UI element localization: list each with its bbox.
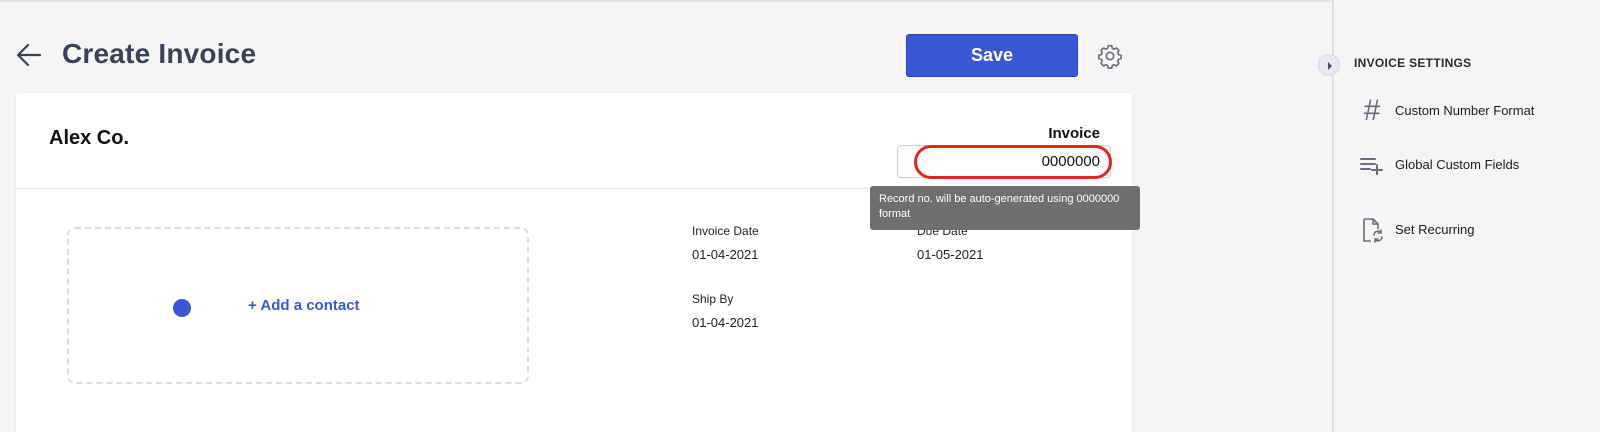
invoice-number-label: Invoice bbox=[1048, 125, 1100, 142]
chevron-right-icon bbox=[1328, 62, 1332, 70]
invoice-date-value[interactable]: 01-04-2021 bbox=[692, 247, 759, 262]
company-name: Alex Co. bbox=[49, 127, 130, 149]
side-item-custom-number-format[interactable]: # Custom Number Format bbox=[1358, 95, 1578, 127]
side-item-label: Set Recurring bbox=[1395, 222, 1475, 237]
invoice-card: Alex Co. Invoice + Add a contact Invoice… bbox=[16, 93, 1132, 432]
side-item-label: Global Custom Fields bbox=[1395, 157, 1520, 172]
due-date-value[interactable]: 01-05-2021 bbox=[917, 247, 984, 262]
side-item-global-custom-fields[interactable]: Global Custom Fields bbox=[1358, 149, 1578, 181]
invoice-number-input[interactable] bbox=[897, 145, 1111, 178]
save-button[interactable]: Save bbox=[906, 34, 1078, 77]
add-contact-link[interactable]: + Add a contact bbox=[248, 297, 360, 314]
side-item-set-recurring[interactable]: Set Recurring bbox=[1358, 214, 1578, 246]
add-contact-area[interactable]: + Add a contact bbox=[67, 227, 529, 384]
page-title: Create Invoice bbox=[62, 38, 257, 69]
contact-avatar-icon bbox=[173, 299, 191, 317]
hash-icon: # bbox=[1363, 94, 1381, 127]
side-item-label: Custom Number Format bbox=[1395, 103, 1535, 118]
auto-number-tooltip: Record no. will be auto-generated using … bbox=[870, 186, 1140, 230]
recurring-document-icon bbox=[1358, 216, 1386, 244]
gear-icon[interactable] bbox=[1097, 43, 1123, 69]
panel-toggle-button[interactable] bbox=[1318, 54, 1340, 76]
back-arrow-icon[interactable] bbox=[14, 40, 44, 70]
ship-by-value[interactable]: 01-04-2021 bbox=[692, 315, 759, 330]
invoice-settings-title: INVOICE SETTINGS bbox=[1354, 56, 1472, 70]
ship-by-label: Ship By bbox=[692, 292, 734, 306]
list-add-icon bbox=[1358, 151, 1386, 179]
invoice-date-label: Invoice Date bbox=[692, 224, 759, 238]
